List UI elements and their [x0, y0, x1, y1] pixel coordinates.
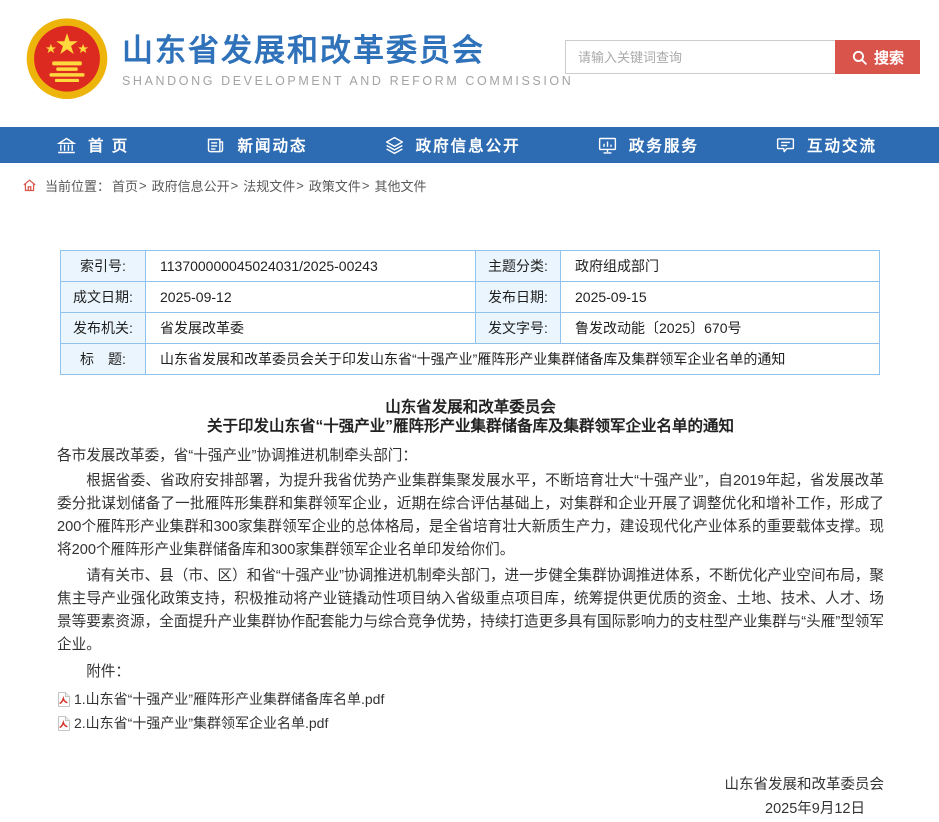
paragraph-1: 根据省委、省政府安排部署，为提升我省优势产业集群集聚发展水平，不断培育壮大“十强…: [57, 470, 884, 562]
meta-label-category: 主题分类:: [476, 251, 561, 282]
breadcrumb-separator: >: [296, 178, 304, 193]
attachments-heading: 附件：: [57, 661, 884, 683]
nav-label: 政务服务: [629, 134, 699, 156]
bank-icon: [56, 135, 77, 156]
main-nav: 首 页 新闻动态 政府信息公开 政务服务 互动交流: [0, 127, 939, 163]
attachment-name: 1.山东省“十强产业”雁阵形产业集群储备库名单.pdf: [74, 692, 384, 707]
site-header: 山东省发展和改革委员会 SHANDONG DEVELOPMENT AND REF…: [0, 0, 939, 127]
doc-title-line2: 关于印发山东省“十强产业”雁阵形产业集群储备库及集群领军企业名单的通知: [57, 417, 884, 436]
table-row: 标 题: 山东省发展和改革委员会关于印发山东省“十强产业”雁阵形产业集群储备库及…: [61, 344, 880, 375]
meta-label-written-date: 成文日期:: [61, 282, 146, 313]
nav-label: 新闻动态: [237, 134, 307, 156]
nav-label: 互动交流: [807, 134, 877, 156]
search-input[interactable]: [565, 40, 835, 74]
meta-table: 索引号: 113700000045024031/2025-00243 主题分类:…: [60, 250, 880, 375]
breadcrumb-item-other[interactable]: 其他文件: [374, 176, 426, 195]
nav-label: 首 页: [88, 134, 129, 156]
salutation: 各市发展改革委，省“十强产业”协调推进机制牵头部门：: [57, 445, 884, 467]
monitor-icon: [597, 135, 618, 156]
signature-name: 山东省发展和改革委员会: [57, 774, 884, 796]
layers-icon: [384, 135, 405, 156]
paragraph-2: 请有关市、县（市、区）和省“十强产业”协调推进机制牵头部门，进一步健全集群协调推…: [57, 565, 884, 657]
breadcrumb-separator: >: [139, 178, 147, 193]
search-button[interactable]: 搜索: [835, 40, 920, 74]
nav-item-gov-info[interactable]: 政府信息公开: [384, 134, 521, 156]
breadcrumb-item-home[interactable]: 首页: [112, 176, 138, 195]
pdf-icon: [57, 692, 71, 707]
logo: 山东省发展和改革委员会 SHANDONG DEVELOPMENT AND REF…: [24, 16, 573, 104]
nav-item-services[interactable]: 政务服务: [597, 134, 699, 156]
doc-title-line1: 山东省发展和改革委员会: [57, 398, 884, 417]
news-icon: [205, 135, 226, 156]
breadcrumb-item-gov-info[interactable]: 政府信息公开: [152, 176, 230, 195]
breadcrumb-item-regulations[interactable]: 法规文件: [243, 176, 295, 195]
site-subtitle: SHANDONG DEVELOPMENT AND REFORM COMMISSI…: [122, 74, 573, 88]
search-icon: [851, 49, 868, 66]
signature-date: 2025年9月12日: [57, 796, 884, 822]
nav-label: 政府信息公开: [416, 134, 521, 156]
meta-value-agency: 省发展改革委: [146, 313, 476, 344]
table-row: 索引号: 113700000045024031/2025-00243 主题分类:…: [61, 251, 880, 282]
document-body: 山东省发展和改革委员会 关于印发山东省“十强产业”雁阵形产业集群储备库及集群领军…: [57, 398, 884, 822]
site-titles: 山东省发展和改革委员会 SHANDONG DEVELOPMENT AND REF…: [122, 32, 573, 88]
breadcrumb-separator: >: [231, 178, 239, 193]
attachment-link-1[interactable]: 1.山东省“十强产业”雁阵形产业集群储备库名单.pdf: [57, 692, 884, 707]
breadcrumb: 当前位置： 首页 > 政府信息公开 > 法规文件 > 政策文件 > 其他文件: [0, 163, 939, 207]
chat-icon: [775, 135, 796, 156]
search-button-label: 搜索: [874, 47, 904, 68]
meta-value-index: 113700000045024031/2025-00243: [146, 251, 476, 282]
nav-item-home[interactable]: 首 页: [56, 134, 129, 156]
meta-label-title: 标 题:: [61, 344, 146, 375]
site-title: 山东省发展和改革委员会: [122, 32, 573, 69]
meta-label-publish-date: 发布日期:: [476, 282, 561, 313]
meta-label-index: 索引号:: [61, 251, 146, 282]
meta-label-doc-number: 发文字号:: [476, 313, 561, 344]
meta-value-publish-date: 2025-09-15: [561, 282, 880, 313]
table-row: 发布机关: 省发展改革委 发文字号: 鲁发改动能〔2025〕670号: [61, 313, 880, 344]
breadcrumb-item-policy[interactable]: 政策文件: [309, 176, 361, 195]
table-row: 成文日期: 2025-09-12 发布日期: 2025-09-15: [61, 282, 880, 313]
national-emblem-icon: [24, 16, 110, 104]
breadcrumb-prefix: 当前位置：: [45, 176, 110, 195]
breadcrumb-separator: >: [362, 178, 370, 193]
home-icon: [22, 178, 37, 193]
search-bar: 搜索: [565, 40, 920, 74]
meta-value-doc-number: 鲁发改动能〔2025〕670号: [561, 313, 880, 344]
nav-item-news[interactable]: 新闻动态: [205, 134, 307, 156]
nav-item-interaction[interactable]: 互动交流: [775, 134, 877, 156]
meta-value-category: 政府组成部门: [561, 251, 880, 282]
meta-label-agency: 发布机关:: [61, 313, 146, 344]
page: 山东省发展和改革委员会 SHANDONG DEVELOPMENT AND REF…: [0, 0, 939, 729]
meta-value-written-date: 2025-09-12: [146, 282, 476, 313]
meta-value-title: 山东省发展和改革委员会关于印发山东省“十强产业”雁阵形产业集群储备库及集群领军企…: [146, 344, 880, 375]
